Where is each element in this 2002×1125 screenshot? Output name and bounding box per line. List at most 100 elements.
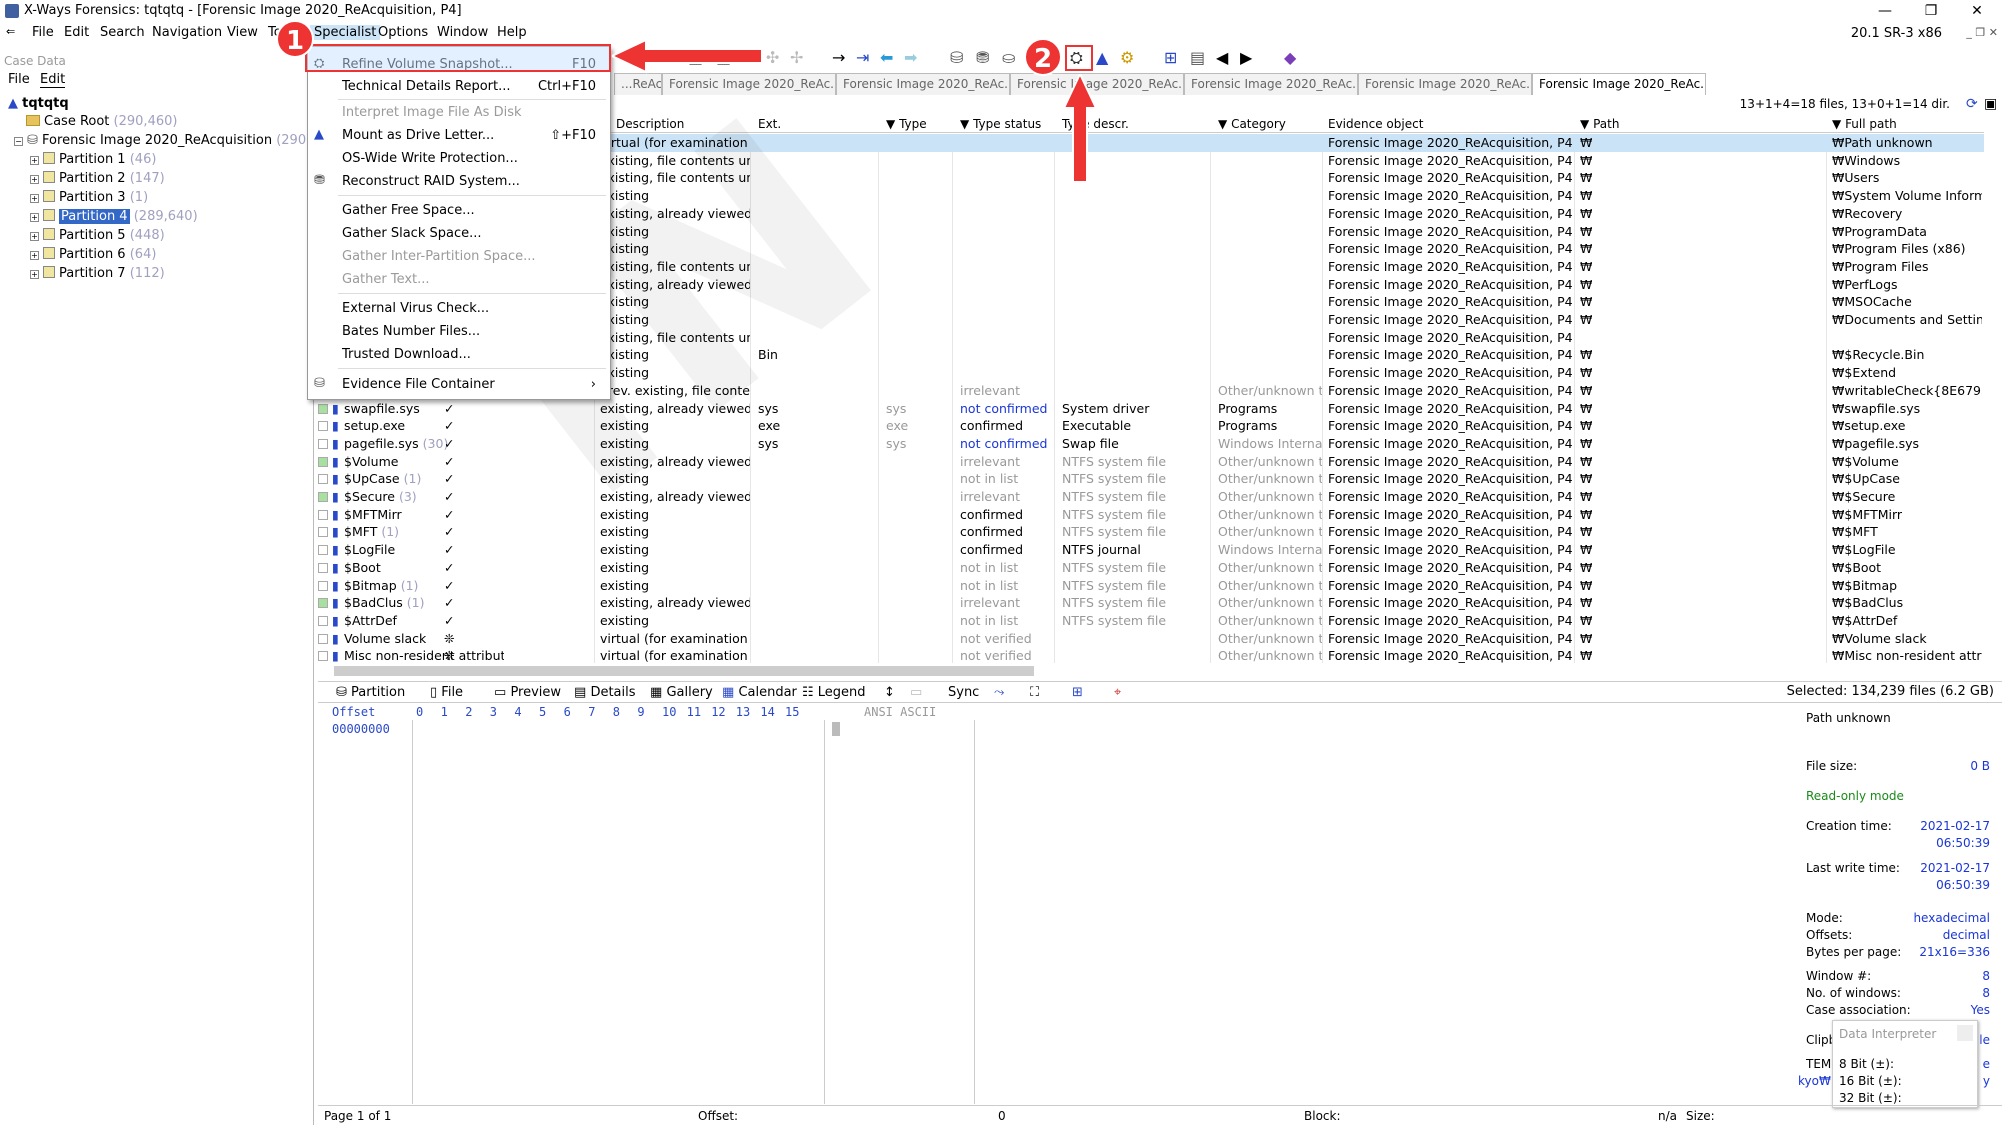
menu-help[interactable]: Help — [497, 25, 527, 40]
row-checkbox[interactable] — [318, 651, 328, 662]
disk-export-icon[interactable]: ⛃ — [976, 50, 989, 66]
menu-virus-check[interactable]: External Virus Check... — [342, 301, 489, 316]
menu-evidence-container[interactable]: Evidence File Container — [342, 377, 495, 392]
tab-preview[interactable]: ▭ Preview — [494, 685, 561, 700]
data-interpreter[interactable]: Data Interpreter 8 Bit (±): 16 Bit (±): … — [1832, 1020, 1978, 1108]
table-row[interactable]: ▮ Misc non-resident attributes ❊ virtual (f… — [318, 647, 1984, 663]
tab-6[interactable]: Forensic Image 2020_ReAc... — [1358, 73, 1532, 95]
tree-evidence[interactable]: −⛁ Forensic Image 2020_ReAcquisition (29… — [14, 133, 340, 148]
scrollbar-thumb[interactable] — [334, 666, 1034, 676]
case-menu-edit[interactable]: Edit — [40, 72, 66, 88]
sync-button[interactable]: Sync — [948, 685, 979, 700]
table-row[interactable]: ▮ setup.exe ✓ existing exe exe confirmed Execut… — [318, 417, 1984, 435]
table-row[interactable]: ▮ $LogFile ✓ existing confirmed NTFS journal W… — [318, 541, 1984, 559]
row-checkbox[interactable] — [318, 545, 328, 556]
target-icon[interactable]: ⌖ — [1114, 685, 1121, 700]
tree-case-root[interactable]: Case Root (290,460) — [26, 114, 177, 129]
chart-icon[interactable]: ▲ — [1096, 50, 1108, 66]
row-checkbox[interactable] — [318, 403, 328, 414]
expand-icon[interactable]: + — [30, 232, 39, 241]
row-checkbox[interactable] — [318, 527, 328, 538]
row-checkbox[interactable] — [318, 474, 328, 485]
tab-details[interactable]: ▤ Details — [574, 685, 636, 700]
row-checkbox[interactable] — [318, 562, 328, 573]
menu-technical-details[interactable]: Technical Details Report... — [342, 79, 511, 94]
table-row[interactable]: ▮ $BadClus (1) ✓ existing, already viewed irr… — [318, 594, 1984, 612]
expand-icon[interactable]: + — [30, 251, 39, 260]
network-icon[interactable]: ⊞ — [1164, 50, 1177, 66]
goto-offset-icon[interactable]: → — [832, 50, 845, 66]
collapse-icon[interactable]: − — [14, 137, 23, 146]
template-icon[interactable]: ⊞ — [1072, 685, 1083, 700]
col-path[interactable]: ▼ Path — [1580, 117, 1619, 131]
menu-gather-slack[interactable]: Gather Slack Space... — [342, 226, 482, 241]
menu-reconstruct-raid[interactable]: Reconstruct RAID System... — [342, 174, 520, 189]
gem-icon[interactable]: ◆ — [1284, 50, 1296, 66]
tab-2[interactable]: Forensic Image 2020_ReAc... — [662, 73, 836, 95]
refresh-icon[interactable]: ⟳ — [1966, 96, 1978, 112]
row-checkbox[interactable] — [318, 633, 328, 644]
tab-3[interactable]: Forensic Image 2020_ReAc... — [836, 73, 1010, 95]
menu-bates-number[interactable]: Bates Number Files... — [342, 324, 480, 339]
table-row[interactable]: ▮ $UpCase (1) ✓ existing not in list NTFS syst… — [318, 470, 1984, 488]
table-row[interactable]: ▮ $MFTMirr ✓ existing confirmed NTFS system f… — [318, 506, 1984, 524]
table-row[interactable]: ▮ $AttrDef ✓ existing not in list NTFS system… — [318, 612, 1984, 630]
menu-mount-drive[interactable]: Mount as Drive Letter... — [342, 128, 494, 143]
table-row[interactable]: ▮ swapfile.sys ✓ existing, already viewed sy… — [318, 400, 1984, 418]
row-checkbox[interactable] — [318, 598, 328, 609]
table-row[interactable]: ▮ $Volume ✓ existing, already viewed irrelev… — [318, 453, 1984, 471]
menu-window[interactable]: Window — [437, 25, 488, 40]
table-row[interactable]: ▮ $MFT (1) ✓ existing confirmed NTFS system fi… — [318, 523, 1984, 541]
menu-view[interactable]: View — [227, 25, 258, 40]
expand-icon[interactable]: + — [30, 175, 39, 184]
close-button[interactable]: ✕ — [1954, 0, 2000, 22]
expand-icon[interactable]: + — [30, 270, 39, 279]
tab-5[interactable]: Forensic Image 2020_ReAc... — [1184, 73, 1358, 95]
horizontal-scrollbar[interactable] — [318, 663, 1984, 679]
row-checkbox[interactable] — [318, 615, 328, 626]
menu-file[interactable]: File — [32, 25, 54, 40]
row-checkbox[interactable] — [318, 421, 328, 432]
menu-options[interactable]: Options — [378, 25, 428, 40]
tree-partition-7[interactable]: + Partition 7 (112) — [30, 266, 165, 281]
binoculars-icon[interactable]: ⛶ — [1030, 685, 1039, 700]
col-category[interactable]: ▼ Category — [1218, 117, 1286, 131]
menu-search[interactable]: Search — [100, 25, 145, 40]
expand-icon[interactable]: + — [30, 156, 39, 165]
tree-partition-1[interactable]: + Partition 1 (46) — [30, 152, 156, 167]
col-evidence-object[interactable]: Evidence object — [1328, 117, 1423, 131]
row-checkbox[interactable] — [318, 580, 328, 591]
table-row[interactable]: ▮ $Secure (3) ✓ existing, already viewed irre… — [318, 488, 1984, 506]
menu-write-protection[interactable]: OS-Wide Write Protection... — [342, 151, 518, 166]
menu-gather-free[interactable]: Gather Free Space... — [342, 203, 475, 218]
menu-trusted-download[interactable]: Trusted Download... — [342, 347, 471, 362]
table-row[interactable]: ▮ pagefile.sys (30) ✓ existing sys sys not conf… — [318, 435, 1984, 453]
menu-specialist[interactable]: Specialist — [310, 25, 381, 40]
grid-icon[interactable]: ▤ — [1190, 50, 1205, 66]
system-menu-icon[interactable]: ⇐ — [6, 25, 15, 38]
sort-icon[interactable]: ↕ — [884, 685, 895, 700]
minimize-button[interactable]: — — [1862, 0, 1908, 22]
tree-partition-6[interactable]: + Partition 6 (64) — [30, 247, 156, 262]
disk-clone-icon[interactable]: ⛀ — [1002, 50, 1015, 66]
back-icon[interactable]: ⬅ — [880, 50, 893, 66]
menu-navigation[interactable]: Navigation — [152, 25, 222, 40]
maximize-button[interactable]: ❐ — [1908, 0, 1954, 22]
col-description[interactable]: Description — [616, 117, 684, 131]
gears-icon[interactable]: ⚙ — [1120, 50, 1134, 66]
col-type-status[interactable]: ▼ Type status — [960, 117, 1041, 131]
arrow-icon[interactable]: ⤳ — [994, 685, 1004, 700]
tab-active[interactable]: Forensic Image 2020_ReAc... — [1532, 73, 1706, 95]
tab-gallery[interactable]: ▦ Gallery — [650, 685, 713, 700]
save-icon[interactable]: ▣ — [1984, 96, 1997, 112]
row-checkbox[interactable] — [318, 456, 328, 467]
tab-legend[interactable]: ☷ Legend — [802, 685, 866, 700]
row-checkbox[interactable] — [318, 438, 328, 449]
mdi-controls[interactable]: _ ❐ ✕ — [1966, 26, 1998, 39]
col-full-path[interactable]: ▼ Full path — [1832, 117, 1897, 131]
tab-partition[interactable]: ⛁ Partition — [336, 685, 405, 700]
col-type[interactable]: ▼ Type — [886, 117, 927, 131]
next-item-icon[interactable]: ▶ — [1240, 50, 1252, 66]
case-menu-file[interactable]: File — [8, 72, 30, 87]
tab-file[interactable]: ▯ File — [430, 685, 463, 700]
